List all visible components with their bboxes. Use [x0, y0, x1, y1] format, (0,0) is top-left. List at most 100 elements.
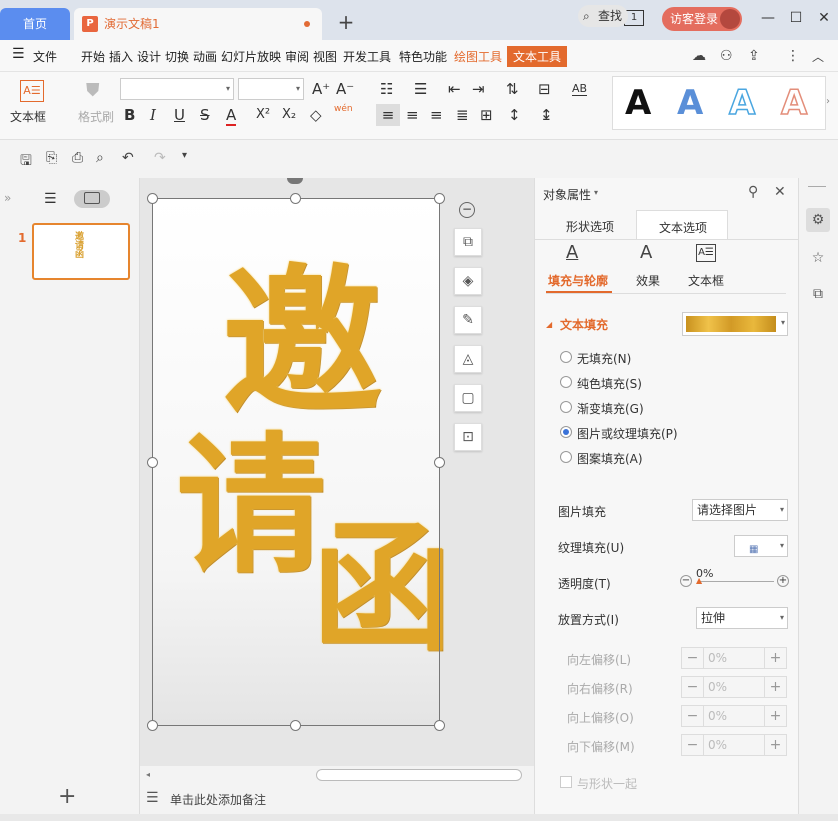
tab-document[interactable]: P 演示文稿1: [74, 8, 322, 40]
text-direction-icon[interactable]: ⊟: [538, 80, 551, 98]
fill-preview-select[interactable]: ▾: [682, 312, 788, 336]
radio-pattern-fill[interactable]: [560, 451, 572, 463]
minimize-button[interactable]: —: [758, 8, 778, 28]
line-spacing-icon[interactable]: ↕: [508, 106, 521, 124]
menu-devtools[interactable]: 开发工具: [343, 48, 391, 65]
align-center-icon[interactable]: ≡: [406, 106, 419, 124]
close-button[interactable]: ✕: [814, 8, 834, 28]
save-icon[interactable]: 🖫: [20, 150, 32, 174]
customize-icon[interactable]: ▾: [182, 150, 187, 161]
fill-outline-icon[interactable]: A: [566, 242, 578, 263]
numbering-icon[interactable]: ☰: [414, 80, 427, 98]
chevron-down-icon[interactable]: ▾: [594, 188, 598, 197]
menu-start[interactable]: 开始: [81, 48, 105, 65]
effect-icon[interactable]: A: [640, 242, 652, 263]
grow-font-icon[interactable]: A⁺: [312, 80, 330, 98]
font-size-select[interactable]: ▾: [238, 78, 304, 100]
radio-pattern-fill-label[interactable]: 图案填充(A): [577, 450, 643, 467]
style-outline-blue[interactable]: A: [728, 82, 756, 124]
font-color-button[interactable]: A: [226, 106, 237, 126]
superscript-button[interactable]: X²: [256, 107, 270, 122]
star-icon[interactable]: ☆: [806, 246, 830, 270]
placement-select[interactable]: 拉伸 ▾: [696, 607, 788, 629]
add-slide-button[interactable]: +: [58, 784, 76, 809]
arrange-icon[interactable]: ⧉: [454, 228, 482, 256]
textbox-options-icon[interactable]: A☰: [696, 244, 716, 262]
transparency-decrease[interactable]: −: [680, 575, 692, 587]
horizontal-scrollbar[interactable]: [316, 769, 522, 781]
phonetic-button[interactable]: wén: [334, 104, 353, 114]
clear-format-icon[interactable]: ◇: [310, 106, 322, 124]
resize-handle-l[interactable]: [147, 457, 158, 468]
transparency-increase[interactable]: +: [777, 575, 789, 587]
menu-file[interactable]: 文件: [33, 48, 57, 65]
notes-bar[interactable]: ☰ 单击此处添加备注: [140, 784, 534, 814]
radio-no-fill-label[interactable]: 无填充(N): [577, 350, 631, 367]
sub-textbox[interactable]: 文本框: [688, 272, 724, 289]
export-icon[interactable]: ⎘: [46, 150, 57, 166]
panel-close-icon[interactable]: ✕: [774, 184, 786, 200]
bold-button[interactable]: B: [124, 106, 135, 124]
subscript-button[interactable]: X₂: [282, 107, 296, 122]
resize-handle-bl[interactable]: [147, 720, 158, 731]
picture-fill-select[interactable]: 请选择图片 ▾: [692, 499, 788, 521]
underline-button[interactable]: U: [174, 106, 185, 124]
offset-left-stepper[interactable]: −0% +: [681, 647, 787, 669]
text-effect-icon[interactable]: AB: [572, 82, 588, 96]
shrink-font-icon[interactable]: A⁻: [336, 80, 354, 98]
resize-handle-r[interactable]: [434, 457, 445, 468]
tab-text-options[interactable]: 文本选项: [636, 210, 728, 240]
text-fill-section[interactable]: 文本填充: [560, 316, 608, 333]
pin-icon[interactable]: ⚲: [748, 184, 758, 200]
offset-right-stepper[interactable]: −0% +: [681, 676, 787, 698]
print-icon[interactable]: ⎙: [72, 150, 83, 166]
sub-effect[interactable]: 效果: [636, 272, 660, 289]
maximize-button[interactable]: ☐: [786, 8, 806, 28]
resize-handle-t[interactable]: [290, 193, 301, 204]
menu-icon[interactable]: ☰: [12, 46, 25, 62]
distribute-icon[interactable]: ⊞: [480, 106, 493, 124]
resize-handle-br[interactable]: [434, 720, 445, 731]
radio-picture-fill[interactable]: [560, 426, 572, 438]
notes-placeholder[interactable]: 单击此处添加备注: [170, 791, 266, 808]
properties-icon[interactable]: ⚙: [806, 208, 830, 232]
visitor-login-button[interactable]: 访客登录: [662, 7, 742, 31]
menu-slideshow[interactable]: 幻灯片放映: [221, 48, 281, 65]
rotate-with-shape-checkbox[interactable]: [560, 776, 572, 788]
offset-down-stepper[interactable]: −0% +: [681, 734, 787, 756]
menu-design[interactable]: 设计: [137, 48, 161, 65]
transparency-slider[interactable]: [698, 581, 774, 582]
expand-panel-icon[interactable]: »: [4, 191, 11, 205]
paragraph-spacing-icon[interactable]: ↨: [540, 106, 553, 124]
align-left-icon[interactable]: ≡: [376, 104, 400, 126]
font-family-select[interactable]: ▾: [120, 78, 234, 100]
menu-text-tools[interactable]: 文本工具: [507, 46, 568, 67]
resize-handle-b[interactable]: [290, 720, 301, 731]
radio-no-fill[interactable]: [560, 351, 572, 363]
style-black[interactable]: A: [625, 83, 651, 123]
tab-shape-options[interactable]: 形状选项: [566, 218, 614, 235]
scroll-left-icon[interactable]: ◂: [146, 770, 150, 779]
redo-icon[interactable]: ↷: [154, 150, 166, 166]
resize-handle-tl[interactable]: [147, 193, 158, 204]
menu-review[interactable]: 审阅: [285, 48, 309, 65]
style-outline-orange[interactable]: A: [780, 82, 808, 124]
preview-icon[interactable]: ⌕: [96, 150, 104, 166]
section-collapse-icon[interactable]: ◢: [546, 320, 552, 329]
copy-icon[interactable]: ⧉: [806, 282, 830, 306]
menu-view[interactable]: 视图: [313, 48, 337, 65]
radio-picture-fill-label[interactable]: 图片或纹理填充(P): [577, 425, 678, 442]
menu-animation[interactable]: 动画: [193, 48, 217, 65]
texture-fill-select[interactable]: ▦ ▾: [734, 535, 788, 557]
sub-fill-outline[interactable]: 填充与轮廓: [548, 272, 608, 289]
decrease-indent-icon[interactable]: ⇤: [448, 80, 461, 98]
sort-icon[interactable]: ⇅: [506, 80, 519, 98]
textbox-float-icon[interactable]: ⊡: [454, 423, 482, 451]
justify-icon[interactable]: ≣: [456, 106, 469, 124]
layers-icon[interactable]: ◈: [454, 267, 482, 295]
gallery-scroll-icon[interactable]: ›: [826, 96, 830, 107]
outline-view-icon[interactable]: ☰: [44, 191, 57, 207]
search-button[interactable]: ⌕ 查找: [578, 5, 628, 27]
radio-solid-fill[interactable]: [560, 376, 572, 388]
bullets-icon[interactable]: ☷: [380, 80, 393, 98]
